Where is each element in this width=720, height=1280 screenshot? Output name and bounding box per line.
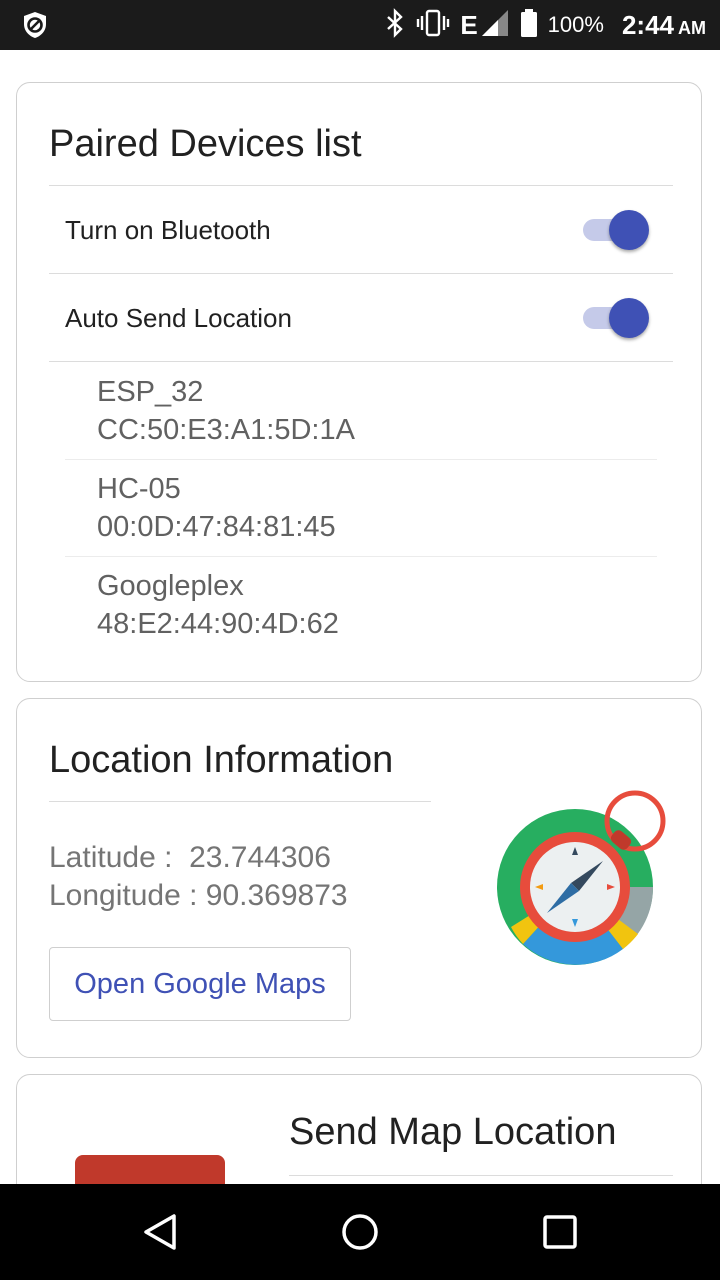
navigation-bar <box>0 1184 720 1280</box>
device-list-item[interactable]: ESP_32 CC:50:E3:A1:5D:1A <box>97 373 355 449</box>
divider <box>65 556 657 557</box>
bluetooth-switch[interactable] <box>579 210 651 250</box>
status-bar: E 100% 2:44 AM <box>0 0 720 50</box>
divider <box>49 361 673 362</box>
vibrate-icon <box>416 8 450 43</box>
battery-icon <box>520 8 538 43</box>
paired-devices-title: Paired Devices list <box>49 123 362 165</box>
clock-ampm: AM <box>678 17 706 38</box>
auto-send-toggle-label: Auto Send Location <box>65 303 292 333</box>
shield-block-icon <box>20 10 50 40</box>
bluetooth-icon <box>384 7 406 43</box>
signal-icon <box>480 8 510 43</box>
paired-devices-card: Paired Devices list Turn on Bluetooth Au… <box>16 82 702 682</box>
battery-percent: 100% <box>547 12 604 37</box>
divider <box>49 801 431 802</box>
device-list-item[interactable]: Googleplex 48:E2:44:90:4D:62 <box>97 567 339 643</box>
device-name: ESP_32 <box>97 376 204 408</box>
device-list-item[interactable]: HC-05 00:0D:47:84:81:45 <box>97 470 336 546</box>
location-info-card: Location Information Latitude : 23.74430… <box>16 698 702 1058</box>
divider <box>65 459 657 460</box>
device-mac: CC:50:E3:A1:5D:1A <box>97 414 355 446</box>
network-e-icon: E <box>460 9 478 40</box>
send-map-location-title: Send Map Location <box>289 1111 617 1153</box>
divider <box>49 273 673 274</box>
back-icon[interactable] <box>140 1212 180 1252</box>
latitude-text: Latitude : 23.744306 <box>49 841 331 874</box>
auto-send-switch[interactable] <box>579 298 651 338</box>
device-mac: 00:0D:47:84:81:45 <box>97 511 336 543</box>
bluetooth-toggle-label: Turn on Bluetooth <box>65 215 271 245</box>
recents-icon[interactable] <box>540 1212 580 1252</box>
divider <box>289 1175 673 1176</box>
device-name: HC-05 <box>97 473 181 505</box>
longitude-text: Longitude : 90.369873 <box>49 879 348 912</box>
open-google-maps-button[interactable]: Open Google Maps <box>49 947 351 1021</box>
device-name: Googleplex <box>97 570 244 602</box>
clock-time: 2:44 <box>621 9 674 40</box>
divider <box>49 185 673 186</box>
device-mac: 48:E2:44:90:4D:62 <box>97 608 339 640</box>
home-icon[interactable] <box>340 1212 380 1252</box>
compass-icon <box>493 789 673 969</box>
location-info-title: Location Information <box>49 739 394 781</box>
